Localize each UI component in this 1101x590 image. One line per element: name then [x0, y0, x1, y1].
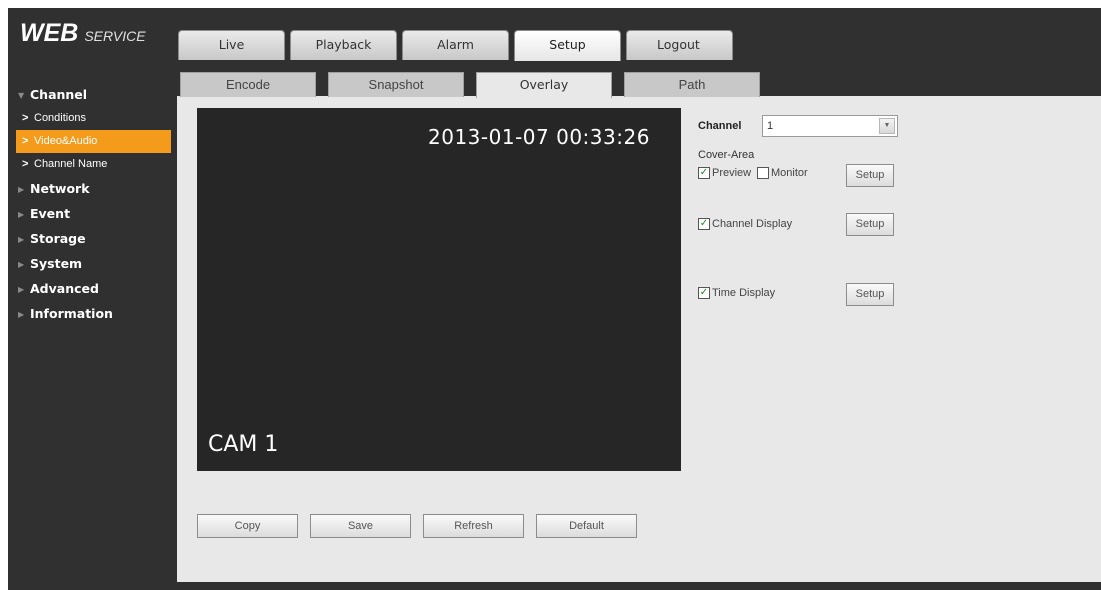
sidebar-item-label: Channel Name	[34, 158, 108, 170]
sidebar-section-system[interactable]: ▶ System	[8, 251, 173, 276]
app-window: WEB SERVICE Live Playback Alarm Setup Log…	[8, 8, 1101, 590]
refresh-button[interactable]: Refresh	[423, 514, 524, 538]
channel-display-setup-button[interactable]: Setup	[846, 213, 894, 236]
sidebar-item-label: Video&Audio	[34, 135, 98, 147]
sidebar-section-event[interactable]: ▶ Event	[8, 201, 173, 226]
monitor-checkbox[interactable]	[757, 167, 769, 179]
subtab-snapshot[interactable]: Snapshot	[328, 72, 464, 97]
sidebar-section-storage[interactable]: ▶ Storage	[8, 226, 173, 251]
sidebar-section-label: Information	[30, 306, 113, 321]
sidebar-item-video-audio[interactable]: > Video&Audio	[16, 130, 171, 153]
osd-timestamp[interactable]: 2013-01-07 00:33:26	[428, 125, 650, 149]
channel-label: Channel	[698, 120, 742, 132]
brand-main: WEB	[20, 19, 79, 47]
sidebar-section-channel[interactable]: ▼ Channel	[8, 82, 173, 107]
channel-display-label: Channel Display	[712, 218, 793, 230]
sidebar: ▼ Channel > Conditions > Video&Audio > Chann…	[8, 68, 173, 326]
sidebar-section-label: Channel	[30, 87, 88, 102]
brand-sub: SERVICE	[84, 28, 146, 44]
chevron-right-icon: >	[22, 158, 29, 170]
default-button[interactable]: Default	[536, 514, 637, 538]
time-display-checkbox[interactable]: ✓	[698, 287, 710, 299]
caret-right-icon: ▶	[18, 210, 25, 219]
monitor-label: Monitor	[771, 167, 808, 179]
sidebar-section-label: Network	[30, 181, 90, 196]
tab-alarm[interactable]: Alarm	[402, 30, 509, 60]
chevron-right-icon: >	[22, 135, 29, 147]
caret-right-icon: ▶	[18, 185, 25, 194]
content-panel: Encode Snapshot Overlay Path 2013-01-07 …	[177, 68, 1101, 582]
time-display-label: Time Display	[712, 287, 776, 299]
sidebar-section-label: Storage	[30, 231, 86, 246]
sidebar-section-information[interactable]: ▶ Information	[8, 301, 173, 326]
subtab-encode[interactable]: Encode	[180, 72, 316, 97]
sidebar-section-label: Event	[30, 206, 71, 221]
osd-camera-name[interactable]: CAM 1	[208, 432, 278, 457]
tab-playback[interactable]: Playback	[290, 30, 397, 60]
sidebar-item-label: Conditions	[34, 112, 86, 124]
brand-logo: WEB SERVICE	[20, 19, 146, 48]
time-display-setup-button[interactable]: Setup	[846, 283, 894, 306]
caret-right-icon: ▶	[18, 235, 25, 244]
sidebar-item-channel-name[interactable]: > Channel Name	[8, 153, 173, 176]
preview-label: Preview	[712, 167, 752, 179]
caret-right-icon: ▶	[18, 260, 25, 269]
dropdown-arrow-icon[interactable]: ▼	[879, 118, 895, 134]
tab-setup[interactable]: Setup	[514, 30, 621, 61]
cover-area-setup-button[interactable]: Setup	[846, 164, 894, 187]
chevron-right-icon: >	[22, 112, 29, 124]
caret-right-icon: ▶	[18, 285, 25, 294]
sidebar-item-conditions[interactable]: > Conditions	[8, 107, 173, 130]
channel-display-checkbox[interactable]: ✓	[698, 218, 710, 230]
video-preview[interactable]: 2013-01-07 00:33:26 CAM 1	[197, 108, 681, 471]
copy-button[interactable]: Copy	[197, 514, 298, 538]
tab-logout[interactable]: Logout	[626, 30, 733, 60]
tab-live[interactable]: Live	[178, 30, 285, 60]
channel-select[interactable]: 1 ▼	[762, 115, 898, 137]
sidebar-section-advanced[interactable]: ▶ Advanced	[8, 276, 173, 301]
save-button[interactable]: Save	[310, 514, 411, 538]
channel-select-value: 1	[767, 120, 774, 132]
cover-area-label: Cover-Area	[698, 149, 755, 161]
sidebar-section-label: Advanced	[30, 281, 99, 296]
sidebar-section-label: System	[30, 256, 83, 271]
sidebar-section-network[interactable]: ▶ Network	[8, 176, 173, 201]
subtab-path[interactable]: Path	[624, 72, 760, 97]
caret-right-icon: ▶	[18, 310, 25, 319]
caret-down-icon: ▼	[18, 91, 25, 100]
subtab-overlay[interactable]: Overlay	[476, 72, 612, 98]
preview-checkbox[interactable]: ✓	[698, 167, 710, 179]
